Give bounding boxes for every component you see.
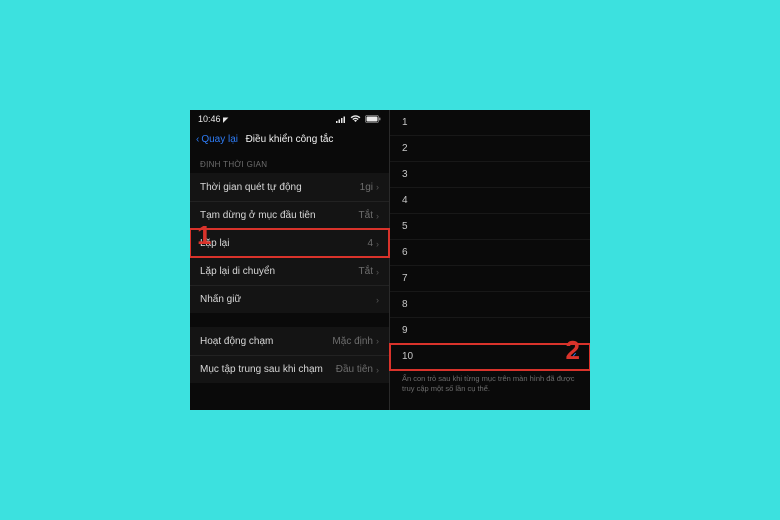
pane-loop-options: 1 2 3 4 5 6 7 8 9 10 ✓ Ẩn con trỏ sau khi từng mục… bbox=[390, 110, 590, 410]
battery-icon bbox=[365, 115, 381, 123]
loop-option-label: 7 bbox=[402, 273, 408, 284]
row-value: › bbox=[376, 295, 379, 305]
row-label: Mục tập trung sau khi chạm bbox=[200, 364, 323, 375]
checkmark-icon: ✓ bbox=[569, 350, 578, 363]
settings-row2-0[interactable]: Hoạt động chạm Mặc định › bbox=[190, 327, 389, 355]
wifi-icon bbox=[350, 115, 361, 123]
row-value: Tắt › bbox=[359, 266, 379, 277]
loop-option-label: 6 bbox=[402, 247, 408, 258]
loop-option-label: 3 bbox=[402, 169, 408, 180]
settings-row2-1[interactable]: Mục tập trung sau khi chạm Đầu tiên › bbox=[190, 355, 389, 383]
loop-option-5[interactable]: 5 bbox=[390, 214, 590, 240]
chevron-right-icon: › bbox=[376, 182, 379, 192]
chevron-right-icon: › bbox=[376, 267, 379, 277]
back-label: Quay lại bbox=[201, 134, 238, 145]
loop-option-label: 4 bbox=[402, 195, 408, 206]
chevron-left-icon: ‹ bbox=[196, 134, 199, 145]
row-label: Hoạt động chạm bbox=[200, 336, 273, 347]
loop-option-label: 1 bbox=[402, 117, 408, 128]
loop-option-label: 8 bbox=[402, 299, 408, 310]
loop-option-10[interactable]: 10 ✓ bbox=[390, 344, 590, 370]
row-label: Tạm dừng ở mục đầu tiên bbox=[200, 210, 316, 221]
loop-option-label: 5 bbox=[402, 221, 408, 232]
settings-row-3[interactable]: Lặp lại di chuyển Tắt › bbox=[190, 257, 389, 285]
settings-group-1: Thời gian quét tự động 1gi › Tạm dừng ở mụ… bbox=[190, 173, 389, 313]
settings-row-4[interactable]: Nhấn giữ › bbox=[190, 285, 389, 313]
loop-option-label: 10 bbox=[402, 351, 413, 362]
row-label: Nhấn giữ bbox=[200, 294, 241, 305]
row-value: Mặc định › bbox=[332, 336, 379, 347]
chevron-right-icon: › bbox=[376, 336, 379, 346]
loop-option-3[interactable]: 3 bbox=[390, 162, 590, 188]
row-value: 4 › bbox=[367, 238, 379, 249]
settings-row-2[interactable]: Lặp lại 4 › bbox=[190, 229, 389, 257]
footer-note: Ẩn con trỏ sau khi từng mục trên màn hìn… bbox=[390, 370, 590, 394]
loop-option-9[interactable]: 9 bbox=[390, 318, 590, 344]
chevron-right-icon: › bbox=[376, 239, 379, 249]
back-button[interactable]: ‹ Quay lại bbox=[196, 134, 238, 145]
status-indicators bbox=[336, 115, 381, 123]
pane-settings: 10:46 ◤ ‹ Quay lại Điều khiển công tắc Đ… bbox=[190, 110, 390, 410]
status-time: 10:46 ◤ bbox=[198, 114, 228, 124]
settings-row-1[interactable]: Tạm dừng ở mục đầu tiên Tắt › bbox=[190, 201, 389, 229]
loop-option-8[interactable]: 8 bbox=[390, 292, 590, 318]
chevron-right-icon: › bbox=[376, 211, 379, 221]
loop-option-4[interactable]: 4 bbox=[390, 188, 590, 214]
loop-option-2[interactable]: 2 bbox=[390, 136, 590, 162]
row-label: Lặp lại di chuyển bbox=[200, 266, 275, 277]
settings-row-0[interactable]: Thời gian quét tự động 1gi › bbox=[190, 173, 389, 201]
screenshot-stage: 10:46 ◤ ‹ Quay lại Điều khiển công tắc Đ… bbox=[190, 110, 590, 410]
loop-option-6[interactable]: 6 bbox=[390, 240, 590, 266]
chevron-right-icon: › bbox=[376, 365, 379, 375]
signal-icon bbox=[336, 116, 346, 123]
chevron-right-icon: › bbox=[376, 295, 379, 305]
section-header-timing: ĐỊNH THỜI GIAN bbox=[190, 150, 389, 173]
settings-group-2: Hoạt động chạm Mặc định › Mục tập trung sa… bbox=[190, 327, 389, 383]
loop-option-7[interactable]: 7 bbox=[390, 266, 590, 292]
status-bar: 10:46 ◤ bbox=[190, 110, 389, 128]
row-value: Tắt › bbox=[359, 210, 379, 221]
loop-option-label: 9 bbox=[402, 325, 408, 336]
nav-bar: ‹ Quay lại Điều khiển công tắc bbox=[190, 128, 389, 150]
row-value: 1gi › bbox=[360, 182, 379, 193]
loop-option-label: 2 bbox=[402, 143, 408, 154]
row-label: Thời gian quét tự động bbox=[200, 182, 302, 193]
row-value: Đầu tiên › bbox=[336, 364, 379, 375]
loop-option-1[interactable]: 1 bbox=[390, 110, 590, 136]
loop-option-list: 1 2 3 4 5 6 7 8 9 10 ✓ bbox=[390, 110, 590, 370]
row-label: Lặp lại bbox=[200, 238, 229, 249]
